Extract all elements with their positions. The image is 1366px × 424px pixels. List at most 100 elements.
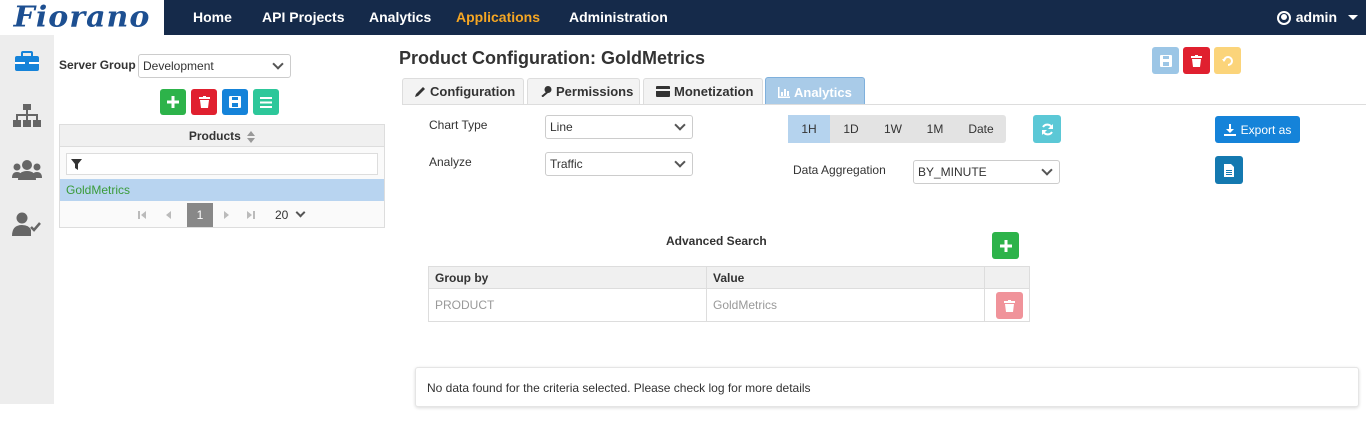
nav-analytics[interactable]: Analytics xyxy=(369,0,431,35)
user-menu[interactable]: admin xyxy=(1276,0,1358,35)
page-size-value: 20 xyxy=(275,208,289,222)
document-button[interactable] xyxy=(1215,156,1243,184)
tab-analytics-label: Analytics xyxy=(794,85,852,100)
list-menu-button[interactable] xyxy=(253,89,279,115)
download-icon xyxy=(1223,123,1236,136)
time-range-1d[interactable]: 1D xyxy=(830,115,872,143)
pager: 1 20 xyxy=(60,203,384,227)
save-icon xyxy=(1159,54,1172,67)
briefcase-icon[interactable] xyxy=(12,47,42,77)
user-circle-icon xyxy=(1276,10,1291,25)
add-product-button[interactable] xyxy=(160,89,186,115)
top-navbar: Fiorano Home API Projects Analytics Appl… xyxy=(0,0,1366,35)
tab-permissions[interactable]: Permissions xyxy=(527,78,640,104)
undo-icon xyxy=(1221,55,1233,66)
side-rail xyxy=(0,35,54,404)
no-data-message: No data found for the criteria selected.… xyxy=(415,367,1359,407)
product-filter-input[interactable] xyxy=(66,153,378,175)
tab-configuration-label: Configuration xyxy=(430,84,516,99)
delete-config-button[interactable] xyxy=(1183,47,1210,74)
tab-configuration[interactable]: Configuration xyxy=(402,78,524,104)
header-group-by: Group by xyxy=(429,267,707,288)
save-product-button[interactable] xyxy=(222,89,248,115)
header-actions xyxy=(985,267,1029,288)
chevron-down-icon xyxy=(674,156,686,168)
cell-value: GoldMetrics xyxy=(707,289,985,321)
next-page-icon[interactable] xyxy=(222,205,242,225)
time-range-group: 1H 1D 1W 1M Date xyxy=(788,115,1006,143)
data-aggregation-label: Data Aggregation xyxy=(793,163,886,177)
filter-icon xyxy=(71,159,82,170)
first-page-icon[interactable] xyxy=(137,205,157,225)
export-label: Export as xyxy=(1240,122,1292,137)
chart-type-value: Line xyxy=(550,120,573,134)
advanced-search-table: Group by Value PRODUCT GoldMetrics xyxy=(428,266,1030,322)
time-range-1m[interactable]: 1M xyxy=(914,115,956,143)
cell-actions xyxy=(985,289,1029,321)
product-row[interactable]: GoldMetrics xyxy=(60,179,384,201)
delete-product-button[interactable] xyxy=(191,89,217,115)
nav-administration[interactable]: Administration xyxy=(569,0,668,35)
time-range-date[interactable]: Date xyxy=(956,115,1006,143)
page-size-select[interactable]: 20 xyxy=(275,205,311,225)
time-range-1w[interactable]: 1W xyxy=(872,115,914,143)
undo-button[interactable] xyxy=(1214,47,1241,74)
save-config-button[interactable] xyxy=(1152,47,1179,74)
table-row: PRODUCT GoldMetrics xyxy=(429,289,1029,321)
page-title: Product Configuration: GoldMetrics xyxy=(399,48,705,68)
key-icon xyxy=(541,86,552,97)
delete-criteria-button[interactable] xyxy=(996,292,1023,319)
time-range-1h[interactable]: 1H xyxy=(788,115,830,143)
sort-icon xyxy=(247,130,256,143)
tabs-divider xyxy=(402,104,1366,105)
products-table: Products GoldMetrics 1 20 xyxy=(59,124,385,228)
trash-icon xyxy=(1004,299,1015,312)
data-aggregation-select[interactable]: BY_MINUTE xyxy=(913,160,1060,184)
current-page[interactable]: 1 xyxy=(187,203,213,227)
header-value: Value xyxy=(707,267,985,288)
analyze-select[interactable]: Traffic xyxy=(545,152,693,176)
server-group-select[interactable]: Development xyxy=(138,54,291,78)
chart-type-select[interactable]: Line xyxy=(545,115,693,139)
users-icon[interactable] xyxy=(12,155,42,185)
plus-icon xyxy=(999,239,1012,252)
save-icon xyxy=(229,96,241,108)
chevron-down-icon xyxy=(1041,164,1053,176)
tab-monetization-label: Monetization xyxy=(674,84,754,99)
table-header: Group by Value xyxy=(429,267,1029,289)
logo-text: Fiorano xyxy=(13,0,151,35)
plus-icon xyxy=(167,96,179,108)
tab-monetization[interactable]: Monetization xyxy=(643,78,763,104)
file-text-icon xyxy=(1224,163,1234,177)
trash-icon xyxy=(198,96,210,108)
nav-api-projects[interactable]: API Projects xyxy=(262,0,344,35)
server-group-value: Development xyxy=(143,59,214,73)
refresh-button[interactable] xyxy=(1033,115,1061,143)
refresh-icon xyxy=(1041,123,1053,135)
chart-type-label: Chart Type xyxy=(429,118,488,132)
advanced-search-title: Advanced Search xyxy=(666,234,767,248)
prev-page-icon[interactable] xyxy=(163,205,183,225)
sitemap-icon[interactable] xyxy=(12,101,42,131)
chart-icon xyxy=(778,87,790,98)
tab-permissions-label: Permissions xyxy=(556,84,634,99)
username: admin xyxy=(1295,9,1337,25)
fiorano-logo[interactable]: Fiorano xyxy=(0,0,164,35)
trash-icon xyxy=(1191,54,1202,67)
nav-applications[interactable]: Applications xyxy=(456,0,540,35)
last-page-icon[interactable] xyxy=(246,205,266,225)
products-header[interactable]: Products xyxy=(60,125,384,147)
add-criteria-button[interactable] xyxy=(992,232,1019,259)
nav-home[interactable]: Home xyxy=(193,0,232,35)
caret-down-icon xyxy=(1348,15,1358,20)
data-aggregation-value: BY_MINUTE xyxy=(918,165,987,179)
export-button[interactable]: Export as xyxy=(1215,116,1300,143)
chevron-down-icon xyxy=(272,58,284,70)
products-header-label: Products xyxy=(188,129,241,143)
cell-group-by: PRODUCT xyxy=(429,289,707,321)
server-group-label: Server Group xyxy=(59,58,136,72)
credit-card-icon xyxy=(656,86,670,97)
user-check-icon[interactable] xyxy=(12,209,42,239)
analyze-value: Traffic xyxy=(550,157,583,171)
tab-analytics[interactable]: Analytics xyxy=(765,77,865,105)
